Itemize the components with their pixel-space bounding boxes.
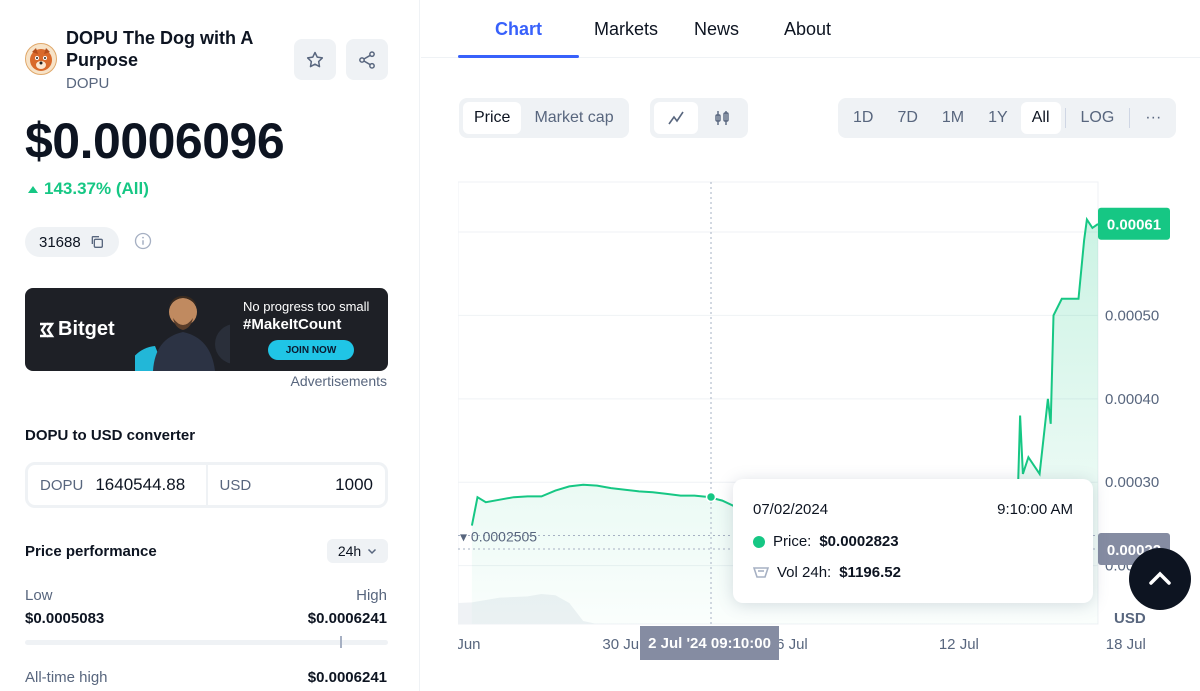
ad-brand-text: Bitget: [58, 318, 115, 340]
y-tick-label: 0.00040: [1105, 391, 1159, 408]
ad-tagline: No progress too small: [243, 299, 370, 314]
bitget-logo-icon: [40, 322, 55, 337]
coin-price: $0.0006096: [25, 113, 285, 169]
converter-to-input[interactable]: 1000: [335, 475, 373, 495]
x-tick-label: 24 Jun: [458, 636, 481, 653]
ath-value: $0.0006241: [307, 669, 387, 686]
caret-up-icon: [28, 185, 38, 193]
y-unit-label: USD: [1114, 610, 1146, 627]
ad-banner[interactable]: Bitget No progress too small #MakeItCoun…: [25, 288, 388, 371]
chart-tooltip: 07/02/2024 9:10:00 AM Price: $0.0002823 …: [733, 479, 1093, 603]
ad-label: Advertisements: [290, 373, 387, 389]
performance-period-select[interactable]: 24h: [327, 539, 388, 563]
ad-brand: Bitget: [37, 318, 115, 341]
converter-to[interactable]: USD 1000: [205, 465, 386, 505]
price-change-value: 143.37% (All): [44, 179, 149, 198]
share-button[interactable]: [346, 39, 388, 80]
start-price-label: ▾ 0.0002505: [460, 529, 537, 545]
tab-markets[interactable]: Markets: [579, 0, 673, 58]
tooltip-price-value: $0.0002823: [819, 533, 899, 550]
line-chart-icon: [668, 111, 684, 125]
tab-about[interactable]: About: [760, 0, 855, 58]
coin-sidebar: DOPU The Dog with A Purpose DOPU $0.0006…: [0, 0, 420, 691]
coin-name: DOPU The Dog with A Purpose: [66, 28, 253, 70]
contract-id-pill[interactable]: 31688: [25, 227, 119, 257]
ad-join-button[interactable]: JOIN NOW: [268, 340, 354, 360]
tooltip-time: 9:10:00 AM: [997, 501, 1073, 518]
tooltip-price-row: Price: $0.0002823: [753, 533, 899, 550]
ad-hashtag: #MakeItCount: [243, 316, 342, 333]
scroll-to-top-button[interactable]: [1129, 548, 1191, 610]
price-chart[interactable]: 0.000200.000300.000400.0005024 Jun30 Jun…: [458, 180, 1200, 691]
range-toggle: 1D 7D 1M 1Y All LOG ···: [838, 98, 1177, 138]
x-tick-label: 18 Jul: [1106, 636, 1146, 653]
converter-from-input[interactable]: 1640544.88: [95, 475, 185, 495]
metric-market-cap[interactable]: Market cap: [523, 102, 624, 134]
tooltip-volume-value: $1196.52: [839, 564, 901, 581]
current-price-label: 0.00061: [1107, 217, 1161, 234]
tooltip-volume-label: Vol 24h:: [777, 564, 832, 581]
ad-person-image: [135, 296, 230, 371]
metric-price[interactable]: Price: [463, 102, 522, 134]
range-7d[interactable]: 7D: [886, 102, 928, 134]
watchlist-star-button[interactable]: [294, 39, 336, 80]
tooltip-price-label: Price:: [773, 533, 812, 550]
more-options-button[interactable]: ···: [1134, 102, 1172, 134]
chevron-up-icon: [1149, 571, 1171, 585]
converter-title: DOPU to USD converter: [25, 427, 196, 444]
range-separator: [1064, 108, 1066, 128]
contract-id: 31688: [39, 233, 81, 251]
price-range-marker: [340, 636, 342, 648]
coin-symbol: DOPU: [66, 75, 110, 92]
range-1m[interactable]: 1M: [931, 102, 975, 134]
price-dot-icon: [753, 535, 765, 548]
coin-logo: [25, 43, 57, 75]
price-change: 143.37% (All): [28, 179, 149, 199]
tab-news[interactable]: News: [673, 0, 760, 58]
copy-icon: [91, 236, 103, 248]
y-tick-label: 0.00030: [1105, 474, 1159, 491]
volume-icon: [753, 566, 769, 578]
crosshair-time-label: 2 Jul '24 09:10:00: [640, 626, 779, 660]
chevron-down-icon: [368, 548, 377, 555]
performance-title: Price performance: [25, 543, 157, 560]
high-label: High: [356, 587, 387, 604]
high-value: $0.0006241: [307, 610, 387, 627]
price-range-bar: [25, 640, 388, 645]
tooltip-volume-row: Vol 24h: $1196.52: [753, 564, 901, 581]
log-scale-button[interactable]: LOG: [1070, 102, 1126, 134]
coin-tabs: Chart Markets News About: [458, 0, 855, 58]
info-icon[interactable]: [134, 232, 152, 250]
tab-chart[interactable]: Chart: [458, 0, 579, 58]
candle-chart-button[interactable]: [700, 102, 744, 134]
x-tick-label: 6 Jul: [776, 636, 808, 653]
x-tick-label: 12 Jul: [939, 636, 979, 653]
crosshair-point: [705, 491, 717, 503]
candlestick-icon: [715, 111, 729, 125]
chart-type-toggle: [650, 98, 748, 138]
converter-from[interactable]: DOPU 1640544.88: [28, 465, 206, 505]
ath-label: All-time high: [25, 669, 108, 686]
line-chart-button[interactable]: [654, 102, 698, 134]
share-icon: [359, 50, 375, 69]
metric-toggle: Price Market cap: [459, 98, 629, 138]
range-1y[interactable]: 1Y: [977, 102, 1019, 134]
range-separator-2: [1129, 108, 1131, 128]
low-label: Low: [25, 587, 53, 604]
converter-box: DOPU 1640544.88 USD 1000: [25, 462, 388, 508]
range-all[interactable]: All: [1020, 102, 1061, 134]
converter-to-unit: USD: [219, 476, 252, 494]
star-icon: [306, 51, 324, 67]
range-1d[interactable]: 1D: [842, 102, 884, 134]
tooltip-date: 07/02/2024: [753, 501, 829, 518]
low-value: $0.0005083: [25, 610, 105, 627]
performance-period: 24h: [337, 543, 362, 559]
converter-from-unit: DOPU: [40, 476, 84, 494]
y-tick-label: 0.00050: [1105, 307, 1159, 324]
